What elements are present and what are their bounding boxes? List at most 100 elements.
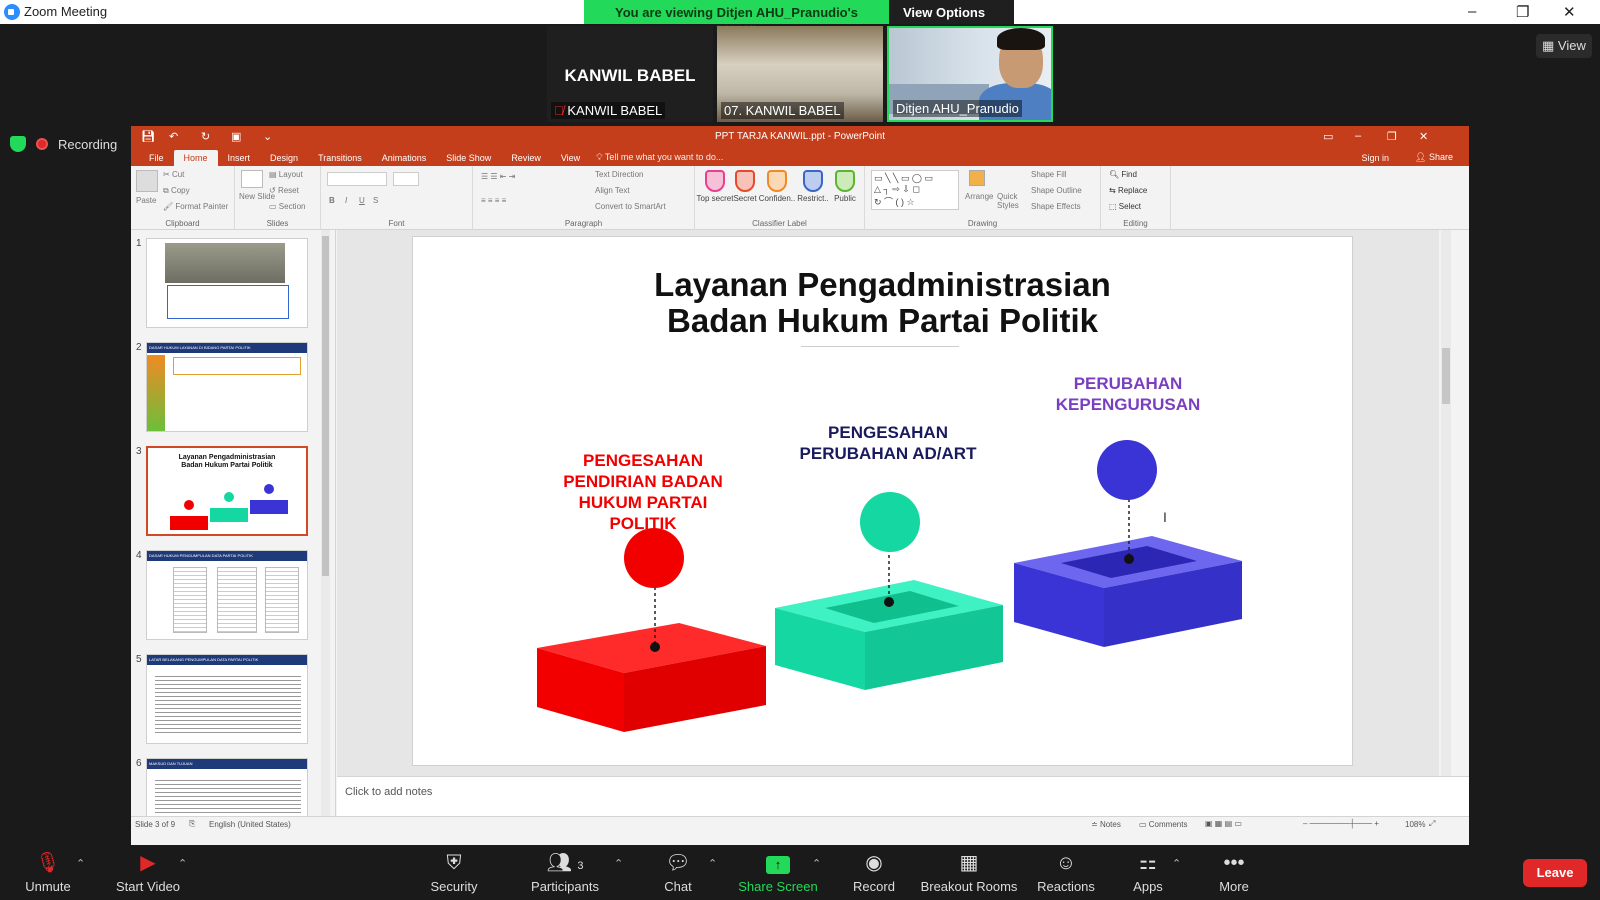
view-button[interactable]: ▦ View: [1536, 34, 1592, 58]
secret-icon[interactable]: [735, 170, 755, 192]
zoom-level[interactable]: 108%: [1405, 820, 1425, 829]
tab-slide-show[interactable]: Slide Show: [436, 150, 501, 166]
comments-toggle[interactable]: ▭ Comments: [1139, 820, 1187, 829]
slide-thumbnail-2[interactable]: DASAR HUKUM LAYANAN DI BIDANG PARTAI POL…: [146, 342, 308, 432]
tab-view[interactable]: View: [551, 150, 590, 166]
spellcheck-icon[interactable]: ⎘: [189, 819, 195, 829]
slide-thumbnail-6[interactable]: MAKSUD DAN TUJUAN: [146, 758, 308, 816]
format-painter-button[interactable]: 🖌︎ Format Painter: [163, 202, 228, 211]
sign-in-link[interactable]: Sign in: [1361, 153, 1389, 163]
find-button[interactable]: 🔍︎ Find: [1109, 170, 1137, 179]
participant-tile-ditjen-ahu[interactable]: Ditjen AHU_Pranudio: [887, 26, 1053, 122]
reset-button[interactable]: ↺ Reset: [269, 186, 299, 195]
restore-button[interactable]: ❐: [1516, 3, 1529, 21]
fit-to-window-icon[interactable]: ⤢: [1429, 819, 1435, 829]
cut-button[interactable]: ✂ Cut: [163, 170, 184, 179]
close-button[interactable]: ✕: [1563, 3, 1576, 21]
ppt-restore-icon[interactable]: ❐: [1387, 130, 1397, 143]
participants-button[interactable]: 👥︎ 3 Participants: [520, 851, 610, 894]
ribbon-display-icon[interactable]: ▭: [1323, 130, 1333, 143]
shape-fill-button[interactable]: Shape Fill: [1031, 170, 1067, 179]
notes-pane[interactable]: Click to add notes: [337, 776, 1469, 816]
shape-effects-button[interactable]: Shape Effects: [1031, 202, 1081, 211]
slide-thumbnail-5[interactable]: LATAR BELAKANG PENGUMPULAN DATA PARTAI P…: [146, 654, 308, 744]
shapes-gallery[interactable]: ▭ ╲ ╲ ▭ ◯ ▭ △ ┐ ⇨ ⇩ ◻ ↻ ⌒ ( ) ☆: [871, 170, 959, 210]
confidential-icon[interactable]: [767, 170, 787, 192]
scroll-thumb[interactable]: [1442, 348, 1450, 404]
text-direction-button[interactable]: Text Direction: [595, 170, 643, 179]
tab-insert[interactable]: Insert: [218, 150, 261, 166]
notes-toggle[interactable]: ≐ Notes: [1091, 820, 1121, 829]
more-button[interactable]: ••• More: [1214, 851, 1254, 894]
current-slide[interactable]: Layanan Pengadministrasian Badan Hukum P…: [412, 236, 1353, 766]
slide-thumbnail-3[interactable]: Layanan Pengadministrasian Badan Hukum P…: [146, 446, 308, 536]
public-icon[interactable]: [835, 170, 855, 192]
video-options-caret[interactable]: ⌃: [178, 857, 187, 870]
shape-outline-button[interactable]: Shape Outline: [1031, 186, 1082, 195]
paste-button[interactable]: Paste: [136, 196, 156, 205]
view-options-button[interactable]: View Options ⌄: [889, 0, 1014, 35]
normal-view-icon[interactable]: ▣ ▦ ▤ ▭: [1205, 819, 1242, 828]
paste-icon[interactable]: [136, 170, 158, 192]
align-icons[interactable]: ≡ ≡ ≡ ≡: [481, 196, 506, 205]
share-caret[interactable]: ⌃: [812, 857, 821, 870]
zoom-slider[interactable]: – ───────┼─── +: [1303, 819, 1379, 828]
select-button[interactable]: ⬚ Select: [1109, 202, 1141, 211]
top-secret-icon[interactable]: [705, 170, 725, 192]
share-screen-button[interactable]: ↑ Share Screen: [734, 851, 822, 894]
align-text-button[interactable]: Align Text: [595, 186, 630, 195]
tell-me-box[interactable]: 💡︎ Tell me what you want to do...: [590, 149, 729, 166]
slide-thumbnail-4[interactable]: DASAR HUKUM PENGUMPULAN DATA PARTAI POLI…: [146, 550, 308, 640]
italic-icon[interactable]: I: [345, 196, 347, 205]
apps-caret[interactable]: ⌃: [1172, 857, 1181, 870]
tab-home[interactable]: Home: [173, 150, 218, 166]
tab-transitions[interactable]: Transitions: [308, 150, 372, 166]
breakout-rooms-button[interactable]: ▦ Breakout Rooms: [916, 851, 1022, 894]
chat-button[interactable]: 💬︎ Chat: [656, 851, 700, 894]
new-slide-icon[interactable]: [241, 170, 263, 188]
tab-review[interactable]: Review: [501, 150, 551, 166]
bold-icon[interactable]: B: [329, 196, 335, 205]
arrange-icon[interactable]: [969, 170, 985, 186]
language-indicator[interactable]: English (United States): [209, 820, 291, 829]
unmute-button[interactable]: 🎙︎ Unmute: [18, 851, 78, 894]
share-button[interactable]: 👤︎ Share: [1415, 152, 1453, 163]
apps-button[interactable]: ⚏ Apps: [1128, 851, 1168, 894]
bullets-icon[interactable]: ☰ ☰ ⇤ ⇥: [481, 172, 515, 181]
section-button[interactable]: ▭ Section: [269, 202, 305, 211]
layout-button[interactable]: ▤ Layout: [269, 170, 303, 179]
slide-scrollbar[interactable]: [1441, 230, 1451, 776]
ppt-close-icon[interactable]: ✕: [1419, 130, 1428, 143]
font-size-input[interactable]: [393, 172, 419, 186]
thumbnail-scrollbar[interactable]: [321, 230, 330, 816]
participant-tile-kanwil-babel[interactable]: KANWIL BABEL 🎙̸ KANWIL BABEL: [547, 26, 713, 122]
scroll-thumb[interactable]: [322, 236, 329, 576]
slide-thumbnail-1[interactable]: [146, 238, 308, 328]
font-family-input[interactable]: [327, 172, 387, 186]
reactions-button[interactable]: ☺ Reactions: [1034, 851, 1098, 894]
audio-options-caret[interactable]: ⌃: [76, 857, 85, 870]
recording-indicator[interactable]: Recording: [10, 136, 117, 152]
replace-button[interactable]: ⇆ Replace: [1109, 186, 1147, 195]
ppt-minimize-icon[interactable]: –: [1355, 130, 1361, 142]
restricted-icon[interactable]: [803, 170, 823, 192]
start-video-button[interactable]: ▶︎ Start Video: [108, 851, 188, 894]
security-button[interactable]: ⛨ Security: [424, 851, 484, 894]
underline-icon[interactable]: U: [359, 196, 365, 205]
record-button[interactable]: ◉ Record: [846, 851, 902, 894]
confidential-label[interactable]: Confiden..: [757, 194, 797, 203]
shadow-icon[interactable]: S: [373, 196, 378, 205]
chat-caret[interactable]: ⌃: [708, 857, 717, 870]
minimize-button[interactable]: –: [1468, 3, 1476, 20]
public-label[interactable]: Public: [825, 194, 865, 203]
tab-design[interactable]: Design: [260, 150, 308, 166]
arrange-button[interactable]: Arrange: [965, 192, 993, 201]
quick-styles-button[interactable]: Quick Styles: [997, 192, 1027, 210]
participants-caret[interactable]: ⌃: [614, 857, 623, 870]
leave-button[interactable]: Leave: [1523, 859, 1587, 887]
participant-tile-07-kanwil-babel[interactable]: 07. KANWIL BABEL: [717, 26, 883, 122]
copy-button[interactable]: ⧉ Copy: [163, 186, 190, 196]
tab-file[interactable]: File: [139, 150, 174, 166]
tab-animations[interactable]: Animations: [372, 150, 437, 166]
smartart-button[interactable]: Convert to SmartArt: [595, 202, 666, 211]
